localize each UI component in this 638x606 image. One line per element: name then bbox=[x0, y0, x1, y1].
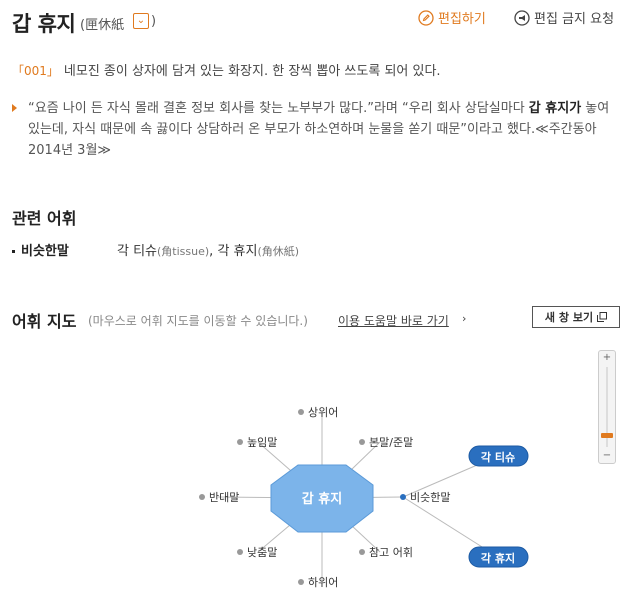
bullet-icon bbox=[12, 250, 15, 253]
help-link[interactable]: 이용 도움말 바로 가기 bbox=[338, 312, 449, 329]
node-dot-icon bbox=[298, 579, 304, 585]
new-window-icon bbox=[597, 312, 608, 322]
related-label-text: 비슷한말 bbox=[21, 244, 69, 259]
definition: 「001」 네모진 종이 상자에 담겨 있는 화장지. 한 장씩 뽑아 쓰도록 되… bbox=[12, 60, 441, 79]
map-node-label: 상위어 bbox=[308, 406, 338, 419]
map-node-label: 높임말 bbox=[247, 436, 277, 449]
map-node-label: 하위어 bbox=[308, 575, 338, 589]
map-node-antonym[interactable]: 반대말 bbox=[199, 491, 239, 504]
zoom-in-button[interactable]: + bbox=[599, 352, 615, 364]
related-words-heading: 관련 어휘 bbox=[12, 209, 77, 228]
related-word-link[interactable]: 각 티슈 bbox=[117, 244, 157, 259]
edit-button-label: 편집하기 bbox=[438, 12, 486, 27]
node-dot-icon bbox=[237, 439, 243, 445]
node-dot-icon bbox=[298, 409, 304, 415]
new-window-button[interactable]: 새 창 보기 bbox=[532, 306, 620, 328]
page-title: 갑 휴지 bbox=[12, 12, 76, 36]
map-node-label: 낮춤말 bbox=[247, 546, 277, 559]
definition-text: 네모진 종이 상자에 담겨 있는 화장지. 한 장씩 뽑아 쓰도록 되어 있다. bbox=[63, 64, 441, 79]
related-label: 비슷한말 bbox=[12, 240, 69, 259]
map-node-original[interactable]: 본말/준말 bbox=[359, 436, 413, 449]
related-word-link[interactable]: 각 휴지 bbox=[217, 244, 257, 259]
related-word-hanja: (角tissue) bbox=[157, 245, 210, 258]
megaphone-icon bbox=[514, 9, 530, 26]
hanja-reading: (匣休紙 bbox=[80, 14, 124, 33]
pencil-icon bbox=[418, 9, 434, 26]
hanja-text: 匣休紙 bbox=[85, 18, 125, 33]
map-node-honorific[interactable]: 높임말 bbox=[237, 436, 277, 449]
example-text-part1: “요즘 나이 든 자식 몰래 결혼 정보 회사를 찾는 노부부가 많다.”라며 … bbox=[28, 101, 529, 116]
map-node-label: 비슷한말 bbox=[410, 491, 450, 504]
chevron-right-icon: › bbox=[462, 312, 467, 325]
center-node-label: 갑 휴지 bbox=[302, 491, 342, 507]
node-dot-icon bbox=[359, 439, 365, 445]
map-node-label: 참고 어휘 bbox=[369, 546, 413, 559]
node-dot-icon bbox=[237, 549, 243, 555]
new-window-label: 새 창 보기 bbox=[544, 311, 594, 324]
node-dot-icon bbox=[400, 494, 406, 500]
map-node-reference[interactable]: 참고 어휘 bbox=[359, 546, 413, 559]
map-node-upper[interactable]: 상위어 bbox=[298, 406, 338, 419]
map-node-humble[interactable]: 낮춤말 bbox=[237, 546, 277, 559]
synonym-pill-label: 각 휴지 bbox=[481, 551, 515, 565]
word-map-heading: 어휘 지도 bbox=[12, 312, 77, 331]
related-words: 각 티슈(角tissue), 각 휴지(角休紙) bbox=[117, 240, 299, 259]
example-bullet-icon bbox=[12, 104, 17, 112]
word-map-description: (마우스로 어휘 지도를 이동할 수 있습니다.) bbox=[88, 314, 308, 328]
zoom-thumb[interactable] bbox=[601, 433, 613, 438]
edit-button[interactable]: 편집하기 bbox=[418, 8, 486, 27]
map-node-lower[interactable]: 하위어 bbox=[298, 575, 338, 589]
zoom-slider[interactable]: + − bbox=[598, 350, 616, 464]
node-dot-icon bbox=[359, 549, 365, 555]
map-node-synonym[interactable]: 비슷한말 bbox=[400, 491, 450, 504]
synonym-pill-label: 각 티슈 bbox=[481, 450, 515, 464]
node-dot-icon bbox=[199, 494, 205, 500]
definition-number: 「001」 bbox=[12, 64, 59, 78]
block-edit-request-button[interactable]: 편집 금지 요청 bbox=[514, 8, 614, 27]
hanja-toggle-button[interactable]: ⌄ bbox=[133, 13, 149, 29]
word-map[interactable]: 갑 휴지 상위어 높임말 본말/준말 반대말 비슷한말 낮춤말 참고 어휘 하위… bbox=[0, 340, 638, 606]
usage-example: “요즘 나이 든 자식 몰래 결혼 정보 회사를 찾는 노부부가 많다.”라며 … bbox=[12, 98, 622, 161]
synonym-pill[interactable]: 각 티슈 bbox=[468, 445, 529, 467]
related-word-hanja: (角休紙) bbox=[257, 245, 300, 258]
zoom-out-button[interactable]: − bbox=[599, 450, 615, 462]
map-node-label: 본말/준말 bbox=[369, 436, 413, 449]
hanja-close-paren: ) bbox=[151, 14, 157, 29]
map-node-label: 반대말 bbox=[209, 491, 239, 504]
example-bold-term: 갑 휴지가 bbox=[528, 101, 582, 116]
synonym-pill[interactable]: 각 휴지 bbox=[468, 546, 529, 568]
block-edit-request-label: 편집 금지 요청 bbox=[534, 12, 615, 27]
